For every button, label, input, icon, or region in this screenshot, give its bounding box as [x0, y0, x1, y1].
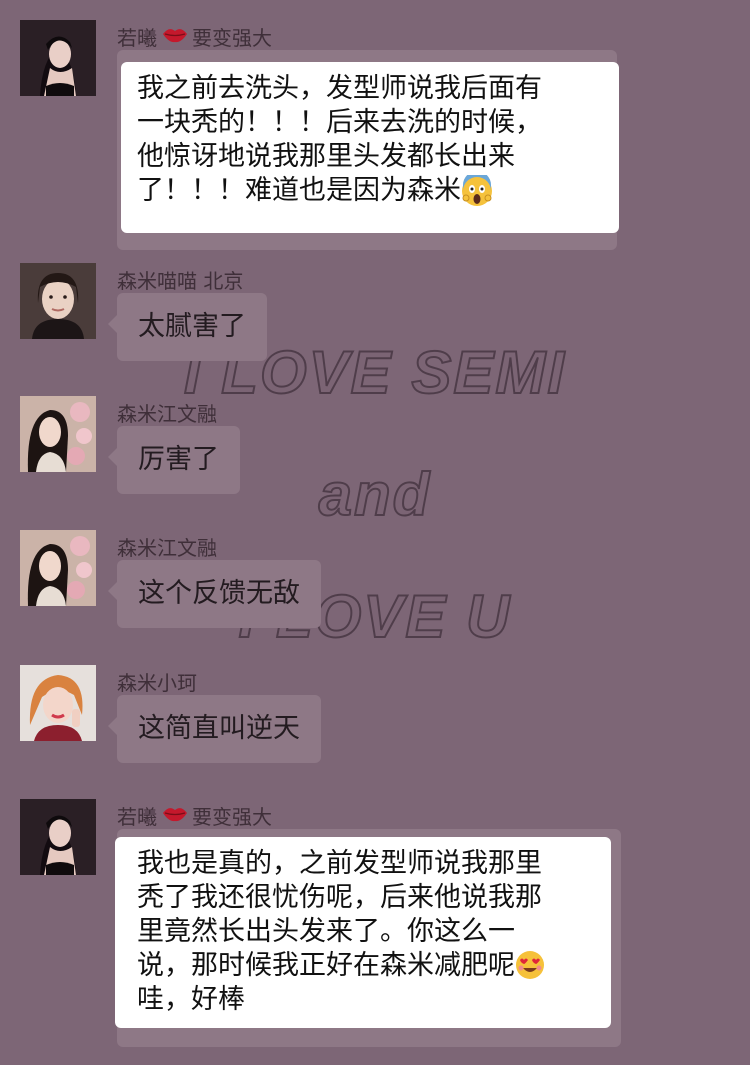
sender-name-suffix: 要变强大 — [192, 26, 272, 50]
avatar[interactable] — [20, 665, 96, 741]
highlighted-message-card[interactable]: 我也是真的，之前发型师说我那里 秃了我还很忧伤呢，后来他说我那 里竟然长出头发来… — [115, 837, 611, 1028]
scream-face-emoji — [461, 171, 493, 207]
sender-name: 森米喵喵 北京 — [117, 265, 243, 294]
sender-name-suffix: 要变强大 — [192, 805, 272, 829]
message-bubble[interactable]: 太腻害了 — [108, 293, 267, 361]
highlighted-message-card[interactable]: 我之前去洗头，发型师说我后面有 一块秃的！！！后来去洗的时候， 他惊讶地说我那里… — [121, 62, 619, 233]
avatar[interactable] — [20, 20, 96, 96]
message-line: 了！！！难道也是因为森米 — [137, 175, 461, 206]
sender-name: 森米江文融 — [117, 398, 217, 427]
sender-name-text: 森米小珂 — [117, 671, 197, 695]
sender-name-text: 若曦 — [117, 805, 157, 829]
sender-name-text: 森米喵喵 北京 — [117, 269, 244, 293]
kiss-lips-icon — [162, 804, 188, 828]
kiss-lips-icon — [162, 25, 188, 49]
sender-name-text: 若曦 — [117, 26, 157, 50]
sender-name: 森米小珂 — [117, 667, 197, 696]
avatar[interactable] — [20, 799, 96, 875]
sender-name-text: 森米江文融 — [117, 402, 217, 426]
avatar[interactable] — [20, 263, 96, 339]
message-line: 里竟然长出头发来了。你这么一 — [137, 916, 515, 947]
message-line: 说，那时候我正好在森米减肥呢 — [137, 950, 515, 981]
message-line: 一块秃的！！！后来去洗的时候， — [137, 107, 542, 138]
message-line: 他惊讶地说我那里头发都长出来 — [137, 141, 515, 172]
avatar[interactable] — [20, 530, 96, 606]
sender-name-text: 森米江文融 — [117, 536, 217, 560]
sender-name: 若曦 要变强大 — [117, 801, 272, 830]
avatar[interactable] — [20, 396, 96, 472]
message-line: 哇，好棒 — [137, 984, 245, 1015]
sender-name: 森米江文融 — [117, 532, 217, 561]
message-line: 秃了我还很忧伤呢，后来他说我那 — [137, 882, 542, 913]
message-bubble[interactable]: 这简直叫逆天 — [108, 695, 321, 763]
message-bubble[interactable]: 厉害了 — [108, 426, 240, 494]
heart-eyes-emoji — [515, 950, 547, 982]
message-line: 我之前去洗头，发型师说我后面有 — [137, 73, 542, 104]
sender-name: 若曦 要变强大 — [117, 22, 272, 51]
message-line: 我也是真的，之前发型师说我那里 — [137, 848, 542, 879]
message-bubble[interactable]: 这个反馈无敌 — [108, 560, 321, 628]
watermark-line-2: and — [318, 460, 432, 529]
watermark-line-1: I LOVE SEMI — [183, 338, 567, 407]
